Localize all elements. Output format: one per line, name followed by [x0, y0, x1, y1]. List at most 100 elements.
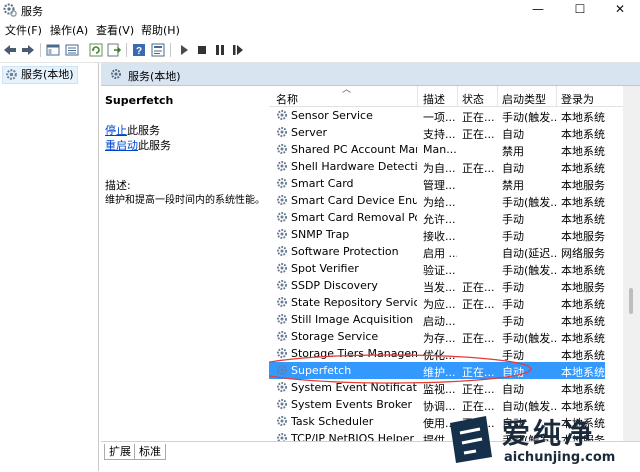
vertical-scrollbar[interactable]	[623, 86, 640, 441]
table-row[interactable]: Server 支持... 正在... 自动 本地系统	[269, 124, 605, 141]
service-logon-cell: 本地系统	[561, 162, 605, 175]
service-gear-icon	[276, 143, 288, 155]
restart-icon[interactable]	[230, 42, 246, 58]
table-row[interactable]: Sensor Service 一项... 正在... 手动(触发... 本地系统	[269, 107, 605, 124]
stop-service-link[interactable]: 停止	[105, 124, 127, 137]
column-header-description[interactable]: 描述	[423, 91, 445, 107]
service-gear-icon	[276, 415, 288, 427]
table-row[interactable]: Storage Service 为存... 正在... 手动(触发... 本地系统	[269, 328, 605, 345]
table-row[interactable]: Storage Tiers Management 优化... 手动 本地系统	[269, 345, 605, 362]
column-header-logon-as[interactable]: 登录为	[561, 91, 594, 107]
maximize-button[interactable]: ☐	[560, 0, 600, 20]
service-startup-type-cell: 禁用	[502, 145, 524, 158]
table-row[interactable]: Shared PC Account Manager Man... 禁用 本地系统	[269, 141, 605, 158]
stop-service-suffix: 此服务	[127, 124, 160, 137]
services-gear-icon	[3, 3, 17, 17]
table-row[interactable]: Shell Hardware Detection 为自... 正在... 自动 本地系统	[269, 158, 605, 175]
pane-header: 服务(本地)	[101, 63, 640, 86]
service-gear-icon	[276, 347, 288, 359]
minimize-button[interactable]: —	[518, 0, 558, 20]
back-icon[interactable]	[2, 42, 18, 58]
column-header-startup-type[interactable]: 启动类型	[502, 91, 546, 107]
service-startup-type-cell: 手动(触发...	[502, 111, 558, 124]
service-logon-cell: 本地系统	[561, 383, 605, 396]
menu-help[interactable]: 帮助(H)	[141, 22, 180, 38]
service-gear-icon	[276, 160, 288, 172]
service-description-cell: 接收...	[423, 230, 456, 243]
service-startup-type-cell: 手动	[502, 349, 524, 362]
start-icon[interactable]	[176, 42, 192, 58]
stop-icon[interactable]	[194, 42, 210, 58]
table-row[interactable]: Software Protection 启用 ... 自动(延迟... 网络服务	[269, 243, 605, 260]
table-row[interactable]: SNMP Trap 接收... 手动 本地服务	[269, 226, 605, 243]
service-description-cell: 验证...	[423, 264, 456, 277]
export-icon[interactable]	[106, 42, 122, 58]
service-description-cell: 优化...	[423, 349, 456, 362]
pause-icon[interactable]	[212, 42, 228, 58]
service-description-cell: 管理...	[423, 179, 456, 192]
service-name-cell: Software Protection	[291, 245, 399, 258]
table-row[interactable]: SSDP Discovery 当发... 正在... 手动 本地服务	[269, 277, 605, 294]
service-description-cell: 维护...	[423, 366, 456, 379]
help-icon[interactable]: ?	[131, 42, 147, 58]
service-logon-cell: 本地系统	[561, 128, 605, 141]
column-header-name[interactable]: 名称	[276, 91, 298, 107]
service-gear-icon	[276, 262, 288, 274]
restart-service-link[interactable]: 重启动	[105, 139, 138, 152]
service-name-cell: Storage Service	[291, 330, 379, 343]
column-header-status[interactable]: 状态	[462, 91, 484, 107]
service-name-cell: TCP/IP NetBIOS Helper	[291, 432, 415, 441]
service-name-cell: Superfetch	[291, 364, 352, 377]
service-status-cell: 正在...	[462, 298, 495, 311]
service-name-cell: Sensor Service	[291, 109, 373, 122]
service-gear-icon	[276, 109, 288, 121]
service-description-panel: Superfetch 停止此服务 重启动此服务 描述: 维护和提高一段时间内的系…	[101, 86, 268, 441]
menu-bar: 文件(F) 操作(A) 查看(V) 帮助(H)	[0, 20, 640, 38]
stop-service-line: 停止此服务	[105, 122, 160, 138]
table-row[interactable]: Smart Card Removal Policy 允许... 手动 本地系统	[269, 209, 605, 226]
service-gear-icon	[276, 381, 288, 393]
service-startup-type-cell: 自动	[502, 366, 524, 379]
window-title: 服务	[21, 5, 43, 18]
table-row[interactable]: State Repository Service 为应... 正在... 手动 本地系统	[269, 294, 605, 311]
table-row[interactable]: Spot Verifier 验证... 手动(触发... 本地系统	[269, 260, 605, 277]
service-startup-type-cell: 自动	[502, 128, 524, 141]
service-name-cell: System Event Notification ...	[291, 381, 417, 394]
table-row[interactable]: Superfetch 维护... 正在... 自动 本地系统	[269, 362, 605, 379]
watermark-logo: 爱纯净 aichunjing.com	[440, 409, 640, 471]
service-description-cell: 支持...	[423, 128, 456, 141]
service-name-cell: State Repository Service	[291, 296, 417, 309]
menu-action[interactable]: 操作(A)	[50, 22, 88, 38]
service-status-cell: 正在...	[462, 332, 495, 345]
properties-icon[interactable]	[150, 42, 166, 58]
service-gear-icon	[276, 279, 288, 291]
service-startup-type-cell: 禁用	[502, 179, 524, 192]
forward-icon[interactable]	[20, 42, 36, 58]
service-name-cell: Task Scheduler	[291, 415, 374, 428]
service-startup-type-cell: 手动	[502, 315, 524, 328]
service-name-cell: Shell Hardware Detection	[291, 160, 417, 173]
tree-item-services-local[interactable]: 服务(本地)	[2, 66, 78, 84]
tab-extended[interactable]: 扩展	[104, 444, 136, 460]
restart-service-line: 重启动此服务	[105, 137, 171, 153]
table-row[interactable]: Smart Card Device Enumer... 为给... 手动(触发...…	[269, 192, 605, 209]
service-name-cell: Smart Card	[291, 177, 354, 190]
close-button[interactable]: ✕	[600, 0, 640, 20]
service-logon-cell: 本地系统	[561, 366, 605, 379]
service-status-cell: 正在...	[462, 281, 495, 294]
table-row[interactable]: Smart Card 管理... 禁用 本地服务	[269, 175, 605, 192]
refresh-icon[interactable]	[88, 42, 104, 58]
menu-file[interactable]: 文件(F)	[5, 22, 42, 38]
pane-header-title: 服务(本地)	[128, 70, 181, 83]
service-description-cell: 允许...	[423, 213, 456, 226]
menu-view[interactable]: 查看(V)	[96, 22, 134, 38]
table-row[interactable]: System Event Notification ... 监视... 正在... 自…	[269, 379, 605, 396]
service-gear-icon	[276, 398, 288, 410]
scrollbar-thumb[interactable]	[629, 288, 633, 314]
table-row[interactable]: Still Image Acquisition Eve... 启动... 手动 本地系…	[269, 311, 605, 328]
tab-standard[interactable]: 标准	[134, 444, 166, 460]
details-icon[interactable]	[64, 42, 80, 58]
console-icon[interactable]	[45, 42, 61, 58]
service-gear-icon	[276, 313, 288, 325]
service-description-cell: 当发...	[423, 281, 456, 294]
